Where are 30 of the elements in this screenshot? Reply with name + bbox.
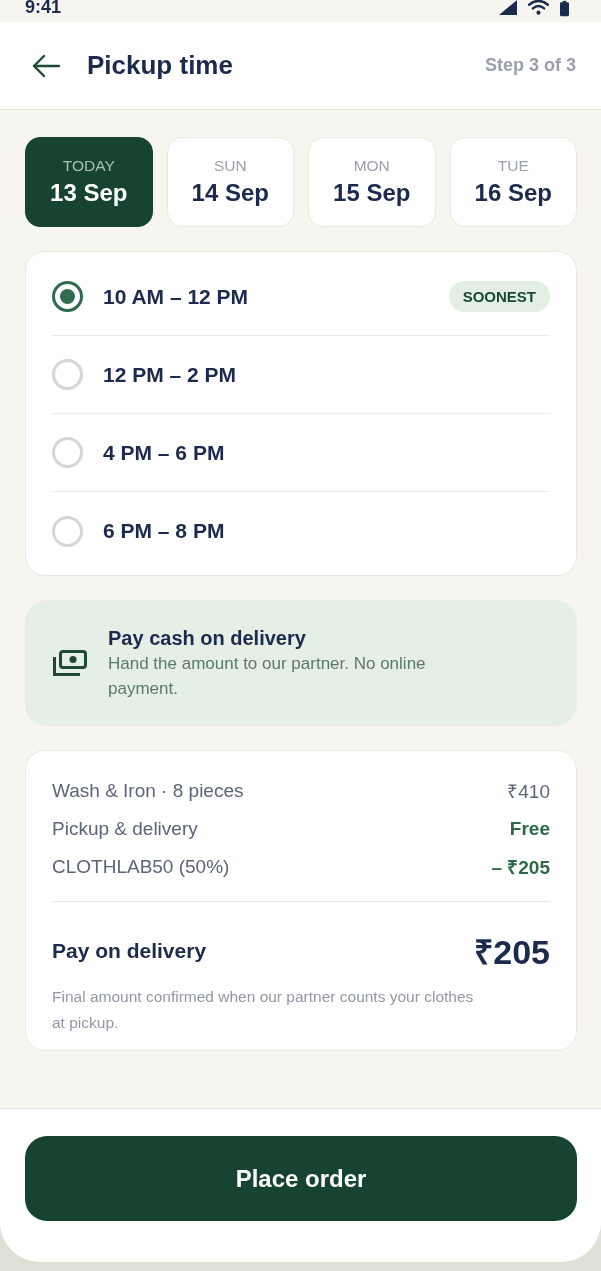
signal-icon <box>499 0 517 15</box>
total-amount: ₹205 <box>474 932 550 973</box>
notice-description: Hand the amount to our partner. No online payment. <box>108 653 427 700</box>
radio-button[interactable] <box>52 281 83 312</box>
line-item-label: Pickup & delivery <box>52 818 198 840</box>
line-item-amount: ₹410 <box>507 780 550 804</box>
line-item-amount: Free <box>509 818 550 840</box>
line-item-label: CLOTHLAB50 (50%) <box>52 856 230 878</box>
summary-note: Final amount confirmed when our partner counts your clothes at pickup. <box>52 987 475 1033</box>
time-slot-label: 6 PM – 8 PM <box>103 519 225 543</box>
back-arrow-icon <box>32 53 60 78</box>
status-time: 9:41 <box>25 0 62 16</box>
step-indicator: Step 3 of 3 <box>484 55 576 76</box>
page-title: Pickup time <box>87 50 233 81</box>
notice-title: Pay cash on delivery <box>108 626 307 651</box>
date-chip[interactable]: TUE 16 Sep <box>449 137 577 227</box>
soonest-tag: SOONEST <box>448 281 550 312</box>
place-order-button[interactable]: Place order <box>25 1136 577 1221</box>
line-item-amount: – ₹205 <box>491 856 550 880</box>
date-chip[interactable]: TODAY 13 Sep <box>25 137 153 227</box>
time-slot-label: 10 AM – 12 PM <box>103 284 249 309</box>
wifi-icon <box>528 0 549 15</box>
battery-icon <box>560 0 569 17</box>
time-slot-label: 12 PM – 2 PM <box>103 362 237 387</box>
total-label: Pay on delivery <box>52 939 207 963</box>
banknote-icon <box>53 650 87 676</box>
line-item-label: Wash & Iron · 8 pieces <box>52 780 244 802</box>
date-chip[interactable]: SUN 14 Sep <box>166 137 294 227</box>
date-chip[interactable]: MON 15 Sep <box>308 137 436 227</box>
time-slot-label: 4 PM – 6 PM <box>103 440 225 465</box>
